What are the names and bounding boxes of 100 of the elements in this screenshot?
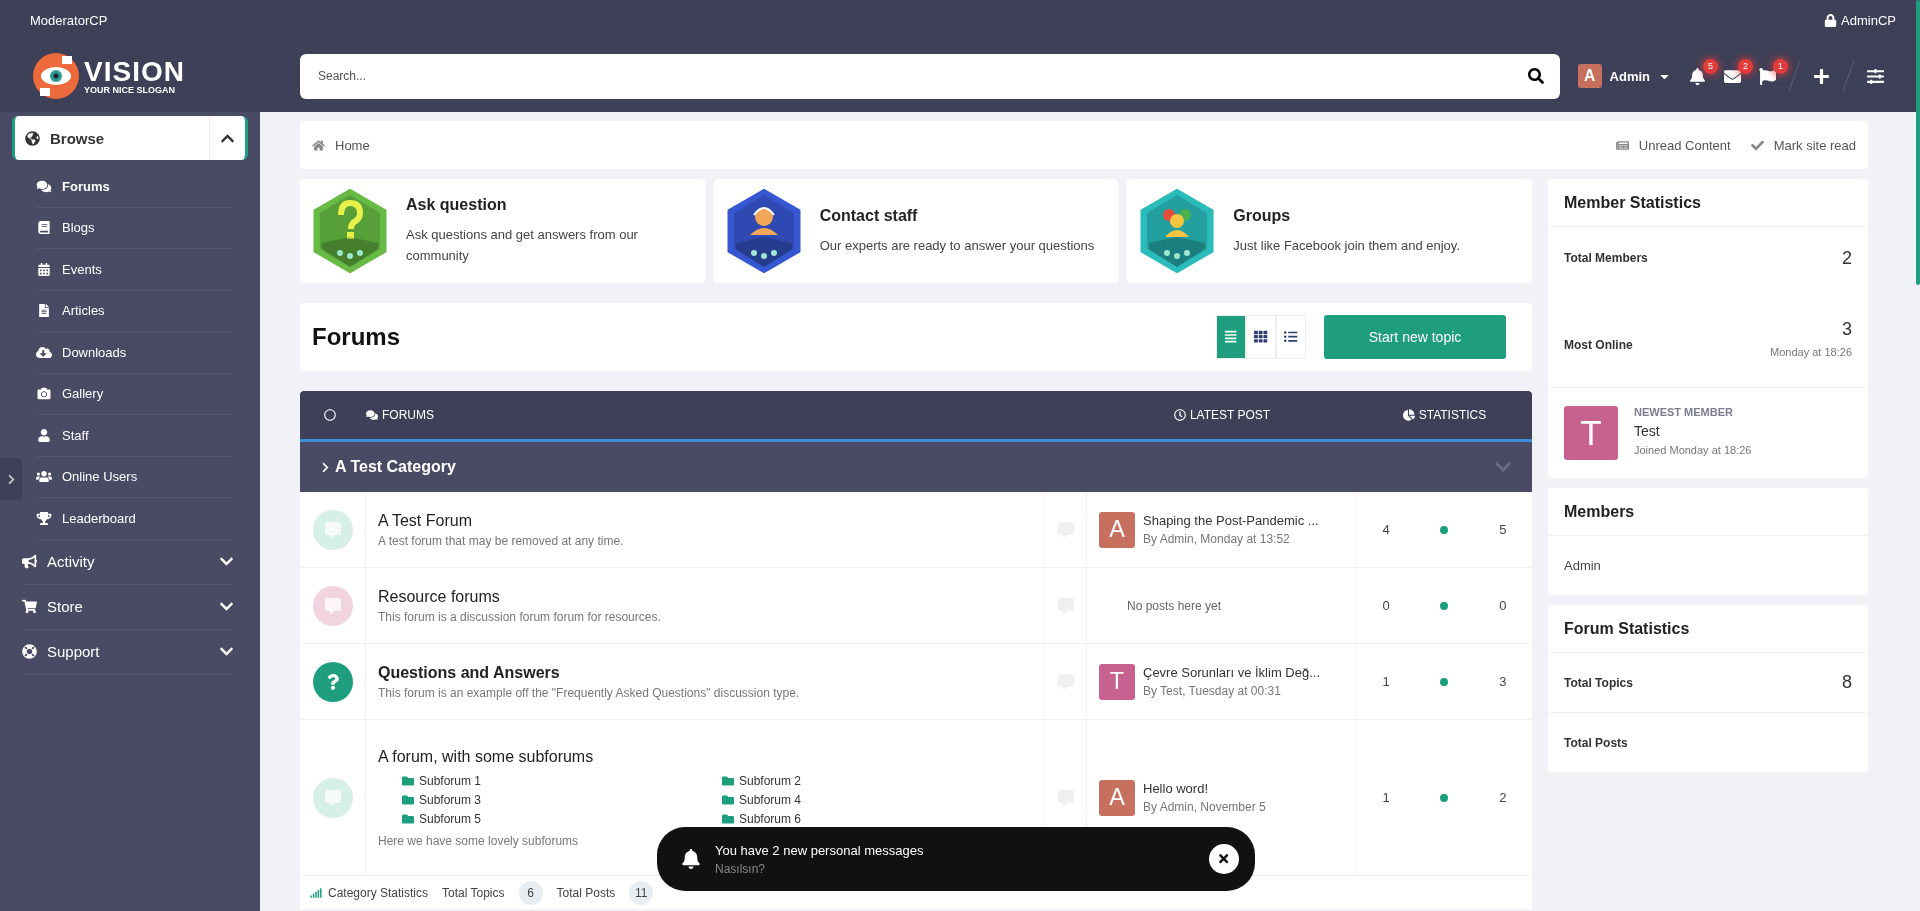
nav-item[interactable]: Downloads: [36, 332, 234, 374]
question-badge-icon: [310, 185, 390, 277]
megaphone-icon: [22, 554, 37, 569]
breadcrumb-link[interactable]: Home: [312, 137, 370, 153]
subforum-link[interactable]: Subforum 3: [402, 792, 722, 807]
list-view-icon: [1224, 330, 1238, 344]
box-title: Member Statistics: [1548, 179, 1868, 227]
subforum-link[interactable]: Subforum 6: [722, 811, 922, 826]
scrollbar-thumb[interactable]: [1916, 0, 1920, 285]
folder-icon: [402, 812, 414, 825]
admin-link[interactable]: AdminCP: [1824, 12, 1896, 28]
newest-label: NEWEST MEMBER: [1634, 406, 1734, 418]
table-view-button[interactable]: [1276, 315, 1306, 359]
nav-item[interactable]: Leaderboard: [36, 498, 234, 540]
forum-title-link[interactable]: Resource forums: [378, 587, 661, 606]
user-menu[interactable]: A Admin: [1577, 64, 1671, 88]
grid-view-icon: [1254, 330, 1268, 344]
nav-section-button[interactable]: Browse: [12, 116, 248, 160]
feature-title: Contact staff: [819, 206, 919, 225]
nav-item[interactable]: Staff: [36, 415, 234, 457]
feature-card[interactable]: Ask question Ask questions and get answers from our community: [300, 179, 705, 283]
sliders-icon[interactable]: [1867, 67, 1884, 85]
stat-value: 3: [1842, 318, 1852, 340]
thread-count: 1: [1382, 674, 1390, 689]
column-header: LATEST POST: [1087, 408, 1357, 422]
subforum-link[interactable]: Subforum 4: [722, 792, 922, 807]
feature-card[interactable]: Contact staff Our experts are ready to answer your questions: [713, 179, 1119, 283]
bell-icon: [681, 849, 701, 869]
clock-icon: [1173, 409, 1186, 421]
count-badge: 5: [1703, 58, 1718, 74]
forum-title-link[interactable]: Questions and Answers: [378, 663, 800, 682]
message-count: 0: [1499, 598, 1507, 613]
latest-post-meta: By Test, Tuesday at 00:31: [1143, 684, 1282, 698]
subforum-link[interactable]: Subforum 5: [402, 811, 722, 826]
thread-count: 0: [1382, 598, 1390, 613]
page-title: Forums: [312, 323, 400, 351]
stat-label: Total Members: [1564, 251, 1648, 265]
feature-card[interactable]: Groups Just like Facebook join them and enjoy.: [1127, 179, 1532, 283]
logo-name: VISION: [84, 57, 185, 86]
table-view-icon: [1284, 330, 1298, 344]
forum-title-link[interactable]: A Test Forum: [378, 511, 624, 530]
cloud-download-icon: [36, 345, 52, 359]
avatar[interactable]: T: [1099, 663, 1135, 700]
forum-title-link[interactable]: A forum, with some subforums: [378, 747, 922, 766]
category-title[interactable]: A Test Category: [320, 458, 456, 476]
close-icon: [1217, 852, 1231, 866]
member-name[interactable]: Test: [1634, 423, 1752, 439]
nav-item[interactable]: Articles: [36, 290, 234, 332]
nav-section[interactable]: Activity: [22, 539, 234, 585]
avatar[interactable]: T: [1564, 406, 1618, 460]
life-ring-icon: [22, 644, 37, 659]
grid-view-button[interactable]: [1246, 315, 1276, 359]
latest-post-link[interactable]: Shaping the Post-Pandemic ...: [1143, 513, 1319, 528]
envelope-icon[interactable]: [1724, 67, 1741, 85]
separator-dot: [1440, 601, 1449, 610]
folder-icon: [402, 793, 414, 806]
subforum-link[interactable]: Subforum 2: [722, 773, 922, 788]
subforum-link[interactable]: Subforum 1: [402, 773, 722, 788]
nav-item[interactable]: Online Users: [36, 456, 234, 498]
search-field[interactable]: Search...: [300, 53, 1560, 99]
flag-icon[interactable]: [1759, 67, 1776, 85]
nav-item[interactable]: Gallery: [36, 373, 234, 415]
column-header: FORUMS: [360, 408, 1087, 422]
avatar[interactable]: A: [1099, 779, 1135, 816]
expand-tab[interactable]: [0, 458, 22, 500]
member-link[interactable]: Admin: [1564, 558, 1601, 573]
forum-description: This forum is a discussion forum forum for resources.: [378, 609, 661, 624]
action-link[interactable]: Unread Content: [1615, 137, 1731, 153]
message-count: 3: [1499, 674, 1507, 689]
home-icon: [312, 138, 325, 152]
moderator-link[interactable]: ModeratorCP: [30, 12, 108, 28]
action-link[interactable]: Mark site read: [1750, 137, 1856, 153]
bell-icon[interactable]: [1689, 67, 1706, 85]
nav-item[interactable]: Forums: [36, 166, 234, 208]
speech-bubbles-icon: [366, 409, 378, 421]
plus-icon[interactable]: [1813, 67, 1830, 85]
logo-slogan: YOUR NICE SLOGAN: [84, 85, 176, 95]
forum-description: This forum is an example off the "Frequently Asked Questions" discussion type.: [378, 685, 800, 700]
nav-section[interactable]: Support: [22, 629, 234, 675]
folder-icon: [402, 774, 414, 787]
feature-title: Groups: [1233, 206, 1292, 225]
signal-bars-icon: [310, 886, 322, 899]
nav-item[interactable]: Events: [36, 249, 234, 291]
nav-item[interactable]: Blogs: [36, 207, 234, 249]
separator-dot: [1440, 525, 1449, 534]
stat-count: 6: [518, 880, 543, 905]
feature-title: Ask question: [406, 196, 508, 214]
stat-label: Total Topics: [442, 885, 505, 900]
avatar[interactable]: A: [1099, 511, 1135, 548]
close-button[interactable]: [1209, 844, 1239, 874]
chevron-right-icon: [320, 461, 331, 473]
latest-post-link[interactable]: Çevre Sorunları ve İklim Değ...: [1143, 665, 1320, 680]
search-input[interactable]: Search...: [316, 68, 1528, 84]
search-icon[interactable]: [1527, 68, 1544, 84]
nav-section[interactable]: Store: [22, 584, 234, 630]
latest-post-link[interactable]: Hello word!: [1143, 781, 1266, 796]
calendar-icon: [36, 262, 52, 276]
message-count: 2: [1499, 790, 1507, 805]
stat-count: 11: [629, 880, 654, 905]
cart-icon: [22, 599, 37, 614]
